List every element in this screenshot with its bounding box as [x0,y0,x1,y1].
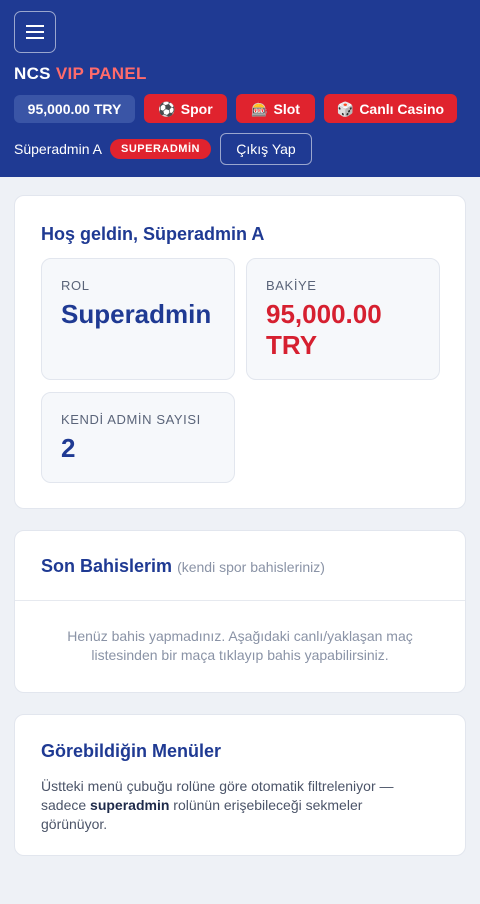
visible-menus-title: Görebildiğin Menüler [41,741,222,761]
menus-text-prefix: sadece [41,797,91,813]
logout-button[interactable]: Çıkış Yap [220,133,312,165]
menus-role-highlight: superadmin [90,797,170,813]
brand-title: NCS VIP PANEL [14,64,147,84]
role-label: ROL [61,278,90,293]
nav-slot-button[interactable]: 🎰 Slot [236,94,315,123]
brand-highlight: VIP PANEL [55,64,147,83]
nav-canli-casino-label: Canlı Casino [359,100,445,117]
role-stat-card: ROL Superadmin [41,258,235,380]
nav-slot-label: Slot [273,100,300,117]
nav-spor-button[interactable]: ⚽ Spor [144,94,227,123]
balance-value: 95,000.00 TRY [266,299,382,361]
brand-prefix: NCS [14,64,51,83]
balance-stat-card: BAKİYE 95,000.00 TRY [246,258,440,380]
nav-canli-casino-button[interactable]: 🎲 Canlı Casino [324,94,457,123]
role-badge: SUPERADMİN [110,139,211,159]
admin-count-stat-card: KENDİ ADMİN SAYISI 2 [41,392,235,483]
slot-machine-icon: 🎰 [251,100,269,117]
visible-menus-card: Görebildiğin Menüler Üstteki menü çubuğu… [14,714,466,856]
admin-count-value: 2 [61,433,76,463]
admin-count-label: KENDİ ADMİN SAYISI [61,412,201,427]
empty-bets-line-2: listesinden bir maça tıklayıp bahis yapa… [91,647,389,663]
soccer-ball-icon: ⚽ [158,100,176,117]
menus-text-line-1: Üstteki menü çubuğu rolüne göre otomatik… [41,778,394,794]
empty-bets-line-1: Henüz bahis yapmadınız. Aşağıdaki canlı/… [67,628,413,644]
balance-pill: 95,000.00 TRY [14,95,135,123]
menus-text-suffix: rolünün erişebileceği sekmeler [169,797,363,813]
balance-amount: 95,000.00 [266,299,382,329]
balance-currency: TRY [266,330,318,360]
recent-bets-card: Son Bahislerim (kendi spor bahisleriniz)… [14,530,466,693]
hamburger-menu-icon [26,25,44,39]
balance-label: BAKİYE [266,278,317,293]
menu-toggle-button[interactable] [14,11,56,53]
welcome-card: Hoş geldin, Süperadmin A ROL Superadmin … [14,195,466,509]
empty-bets-message: Henüz bahis yapmadınız. Aşağıdaki canlı/… [35,627,445,665]
recent-bets-title: Son Bahislerim (kendi spor bahisleriniz) [41,556,325,577]
user-name: Süperadmin A [14,141,102,157]
visible-menus-description: Üstteki menü çubuğu rolüne göre otomatik… [41,777,441,834]
role-value: Superadmin [61,299,212,329]
nav-spor-label: Spor [180,100,213,117]
recent-bets-heading: Son Bahislerim [41,556,173,576]
card-divider [15,600,465,601]
dice-icon: 🎲 [336,100,355,117]
welcome-title: Hoş geldin, Süperadmin A [41,224,265,244]
top-header: NCS VIP PANEL 95,000.00 TRY ⚽ Spor 🎰 Slo… [0,0,480,177]
recent-bets-subtitle: (kendi spor bahisleriniz) [177,559,325,575]
menus-text-line-2: sadece superadmin rolünün erişebileceği … [41,796,441,815]
menus-text-line-3: görünüyor. [41,816,108,832]
